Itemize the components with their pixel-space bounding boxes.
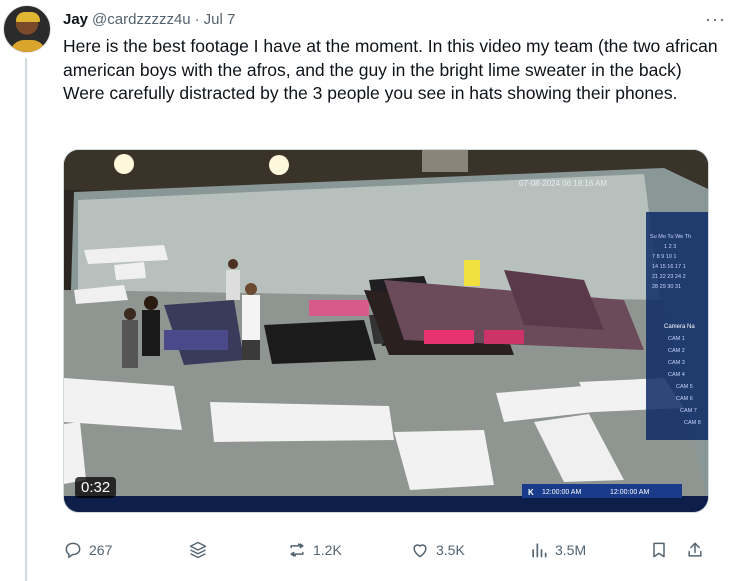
ceiling-light bbox=[269, 155, 289, 175]
like-count: 3.5K bbox=[436, 542, 465, 558]
tweet-header: Jay @cardzzzzz4u · Jul 7 bbox=[63, 9, 235, 29]
calendar-row: 14 15 16 17 1 bbox=[652, 264, 686, 270]
person bbox=[242, 295, 260, 343]
person bbox=[226, 270, 240, 300]
calendar-row: 1 2 3 bbox=[664, 244, 676, 250]
separator-dot: · bbox=[194, 10, 200, 28]
repost-count: 1.2K bbox=[313, 542, 342, 558]
share-button[interactable] bbox=[685, 536, 705, 564]
camera-item[interactable]: CAM 5 bbox=[676, 384, 693, 390]
author-name[interactable]: Jay bbox=[63, 11, 88, 28]
bookmark-button[interactable] bbox=[649, 536, 669, 564]
person bbox=[142, 310, 160, 356]
like-button[interactable]: 3.5K bbox=[410, 536, 465, 564]
person bbox=[122, 320, 138, 368]
video-duration: 0:32 bbox=[75, 477, 117, 498]
person bbox=[228, 259, 238, 269]
reply-count: 267 bbox=[89, 542, 113, 558]
views-icon bbox=[532, 543, 547, 558]
person bbox=[144, 296, 158, 310]
thread-line bbox=[25, 58, 27, 581]
cctv-timestamp: 07-08-2024 06:18:16 AM bbox=[519, 179, 607, 188]
timeline-end: 12:00:00 AM bbox=[610, 489, 649, 496]
tweet-date[interactable]: Jul 7 bbox=[204, 11, 236, 28]
stack-icon bbox=[189, 541, 207, 559]
person bbox=[242, 340, 260, 360]
camera-item[interactable]: CAM 1 bbox=[668, 336, 685, 342]
camera-item[interactable]: CAM 8 bbox=[684, 420, 701, 426]
person bbox=[245, 283, 257, 295]
camera-panel-title: Camera Na bbox=[664, 324, 695, 330]
cctv-timeline bbox=[64, 496, 708, 512]
avatar-shirt bbox=[10, 40, 46, 52]
calendar-row: 7 8 9 10 1 bbox=[652, 254, 676, 260]
calendar-row: 28 29 30 31 bbox=[652, 284, 681, 290]
video-player[interactable]: 07-08-2024 06:18:16 AM Su Mo Tu We Th 1 … bbox=[63, 149, 709, 513]
camera-item[interactable]: CAM 4 bbox=[668, 372, 685, 378]
view-count: 3.5M bbox=[555, 542, 587, 558]
bookmark-icon bbox=[653, 542, 665, 558]
grok-button[interactable] bbox=[188, 536, 208, 564]
person bbox=[124, 308, 136, 320]
author-handle[interactable]: @cardzzzzz4u bbox=[92, 11, 191, 28]
video-frame: 07-08-2024 06:18:16 AM Su Mo Tu We Th 1 … bbox=[64, 150, 708, 512]
tweet-text: Here is the best footage I have at the m… bbox=[63, 36, 718, 103]
ceiling-light bbox=[114, 154, 134, 174]
reply-icon bbox=[65, 542, 81, 559]
timeline-mark[interactable]: K bbox=[528, 488, 534, 497]
calendar-row: 21 22 23 24 2 bbox=[652, 274, 686, 280]
share-icon bbox=[688, 542, 702, 557]
timeline-start: 12:00:00 AM bbox=[542, 489, 581, 496]
avatar[interactable] bbox=[3, 5, 51, 53]
camera-item[interactable]: CAM 6 bbox=[676, 396, 693, 402]
camera-item[interactable]: CAM 3 bbox=[668, 360, 685, 366]
heart-icon bbox=[413, 544, 427, 558]
repost-icon bbox=[290, 543, 304, 557]
camera-item[interactable]: CAM 7 bbox=[680, 408, 697, 414]
avatar-cap bbox=[16, 12, 40, 22]
views-button[interactable]: 3.5M bbox=[529, 536, 586, 564]
more-options-icon[interactable]: ··· bbox=[705, 9, 726, 30]
reply-button[interactable]: 267 bbox=[63, 536, 112, 564]
tweet-actions: 267 1.2K 3.5K 3.5M bbox=[63, 536, 713, 564]
repost-button[interactable]: 1.2K bbox=[287, 536, 342, 564]
calendar-header: Su Mo Tu We Th bbox=[650, 234, 691, 240]
camera-item[interactable]: CAM 2 bbox=[668, 348, 685, 354]
